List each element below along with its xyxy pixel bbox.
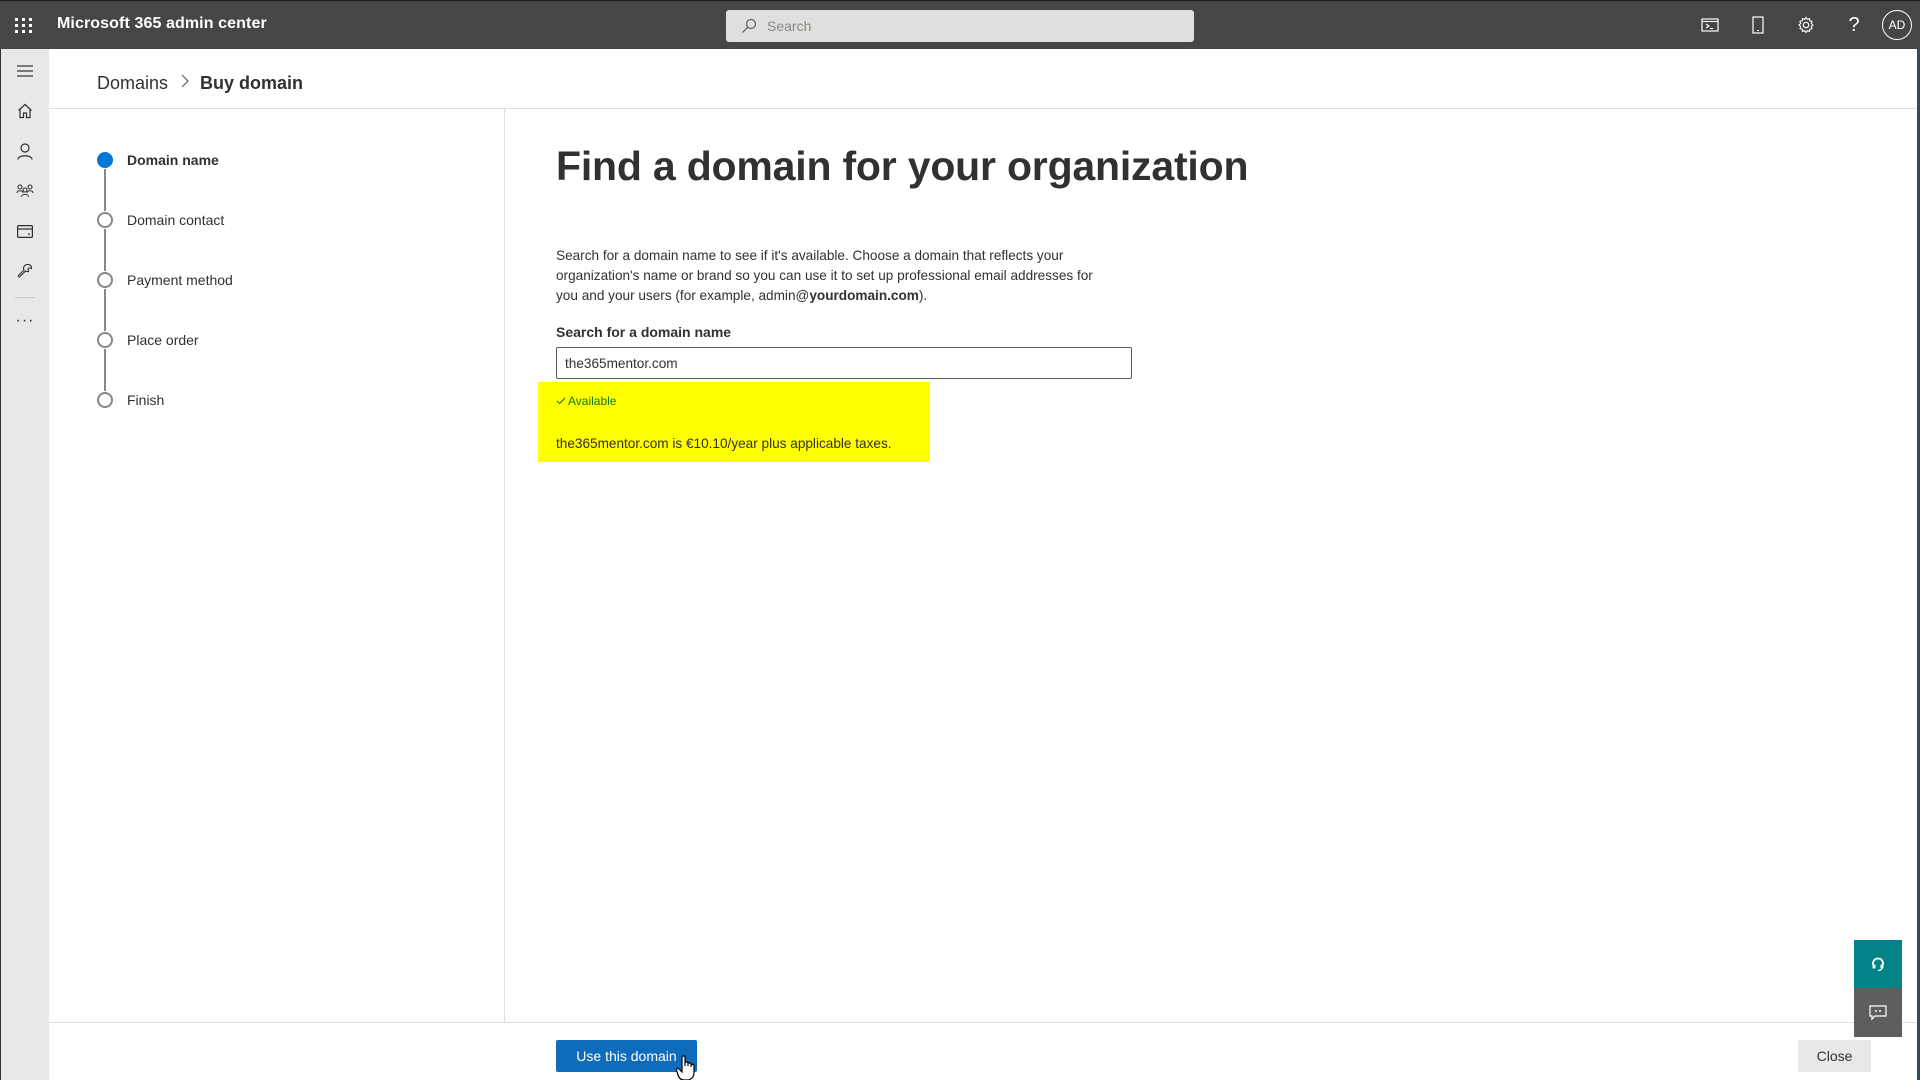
footer-divider <box>49 1022 1917 1023</box>
nav-setup[interactable] <box>1 251 49 291</box>
wizard-steps: Domain name Domain contact Payment metho… <box>97 150 233 450</box>
step-connector <box>104 229 106 271</box>
group-icon <box>16 184 34 198</box>
step-connector <box>104 349 106 391</box>
home-icon <box>18 103 32 119</box>
help-widget-button[interactable] <box>1854 940 1902 988</box>
wrench-icon <box>17 263 33 278</box>
headset-icon <box>1872 957 1884 972</box>
mobile-icon[interactable] <box>1734 1 1782 49</box>
terminal-icon[interactable] <box>1686 1 1734 49</box>
breadcrumb: Domains Buy domain <box>97 73 303 94</box>
step-place-order: Place order <box>97 330 233 391</box>
step-active-icon <box>97 152 113 168</box>
step-payment-method: Payment method <box>97 270 233 331</box>
step-connector <box>104 169 106 211</box>
step-label: Domain name <box>127 152 219 168</box>
nav-teams-groups[interactable] <box>1 171 49 211</box>
search-domain-label: Search for a domain name <box>556 324 732 340</box>
app-launcher-icon[interactable] <box>14 15 34 35</box>
top-bar: Microsoft 365 admin center ? AD <box>0 0 1920 49</box>
credit-card-icon <box>17 224 33 238</box>
user-icon <box>17 142 33 160</box>
app-title[interactable]: Microsoft 365 admin center <box>57 15 267 33</box>
avatar[interactable]: AD <box>1882 10 1912 40</box>
step-label: Domain contact <box>127 212 225 228</box>
description-example-domain: yourdomain.com <box>809 288 919 303</box>
step-connector <box>104 289 106 331</box>
close-button[interactable]: Close <box>1798 1040 1871 1072</box>
header-divider <box>49 108 1917 109</box>
search-icon <box>742 18 757 33</box>
step-pending-icon <box>97 332 113 348</box>
step-label: Place order <box>127 332 199 348</box>
availability-status: Available <box>556 394 616 408</box>
hamburger-icon <box>17 65 33 77</box>
domain-search-input[interactable] <box>556 347 1132 379</box>
step-pending-icon <box>97 392 113 408</box>
search-box[interactable] <box>726 10 1194 42</box>
page-title: Find a domain for your organization <box>556 143 1249 189</box>
chat-icon <box>1869 1004 1887 1020</box>
main-content: Find a domain for your organization Sear… <box>556 143 1249 379</box>
checkmark-icon <box>556 397 566 405</box>
nav-menu-toggle[interactable] <box>1 51 49 91</box>
step-label: Payment method <box>127 272 233 288</box>
availability-text: Available <box>568 394 617 408</box>
hand-cursor-icon <box>676 1055 695 1080</box>
step-domain-name[interactable]: Domain name <box>97 150 233 211</box>
wizard-divider <box>504 108 505 1022</box>
step-pending-icon <box>97 212 113 228</box>
breadcrumb-current: Buy domain <box>200 73 304 93</box>
help-icon[interactable]: ? <box>1830 1 1878 49</box>
step-finish: Finish <box>97 390 233 450</box>
step-label: Finish <box>127 392 165 408</box>
nav-divider <box>15 297 35 298</box>
step-pending-icon <box>97 272 113 288</box>
description-end: ). <box>918 288 928 303</box>
more-icon: ··· <box>15 312 35 329</box>
step-domain-contact: Domain contact <box>97 210 233 271</box>
search-input[interactable] <box>767 18 1167 34</box>
nav-more[interactable]: ··· <box>1 306 49 336</box>
price-text: the365mentor.com is €10.10/year plus app… <box>556 436 892 451</box>
nav-billing[interactable] <box>1 211 49 251</box>
chevron-right-icon <box>180 73 190 94</box>
nav-home[interactable] <box>1 91 49 131</box>
left-nav: ··· <box>0 49 49 1080</box>
breadcrumb-domains[interactable]: Domains <box>97 73 168 94</box>
feedback-widget-button[interactable] <box>1854 988 1902 1037</box>
settings-icon[interactable] <box>1782 1 1830 49</box>
nav-users[interactable] <box>1 131 49 171</box>
description: Search for a domain name to see if it's … <box>556 246 1116 306</box>
